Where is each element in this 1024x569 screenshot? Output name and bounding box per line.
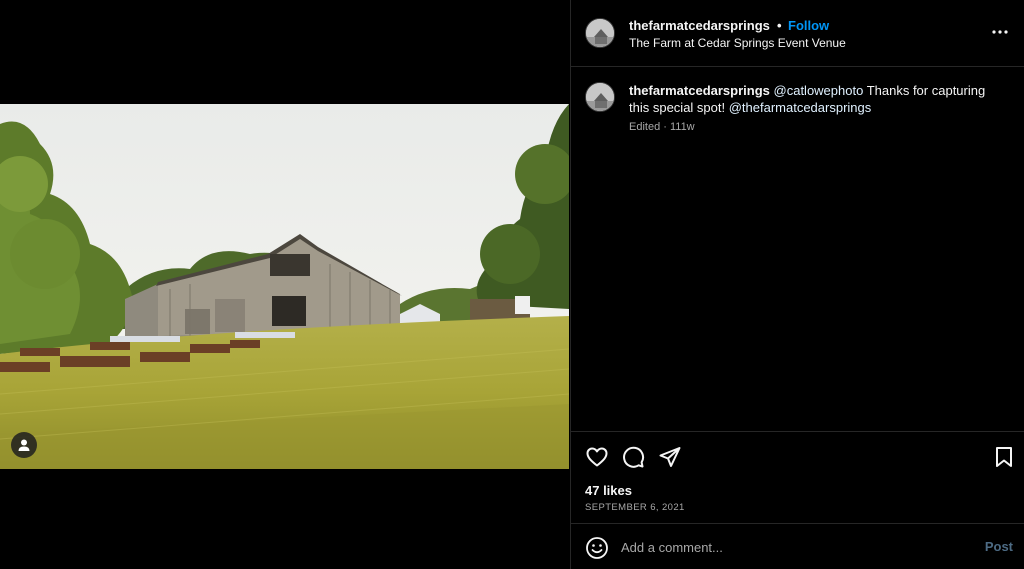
avatar[interactable]: [585, 82, 615, 112]
save-button[interactable]: [991, 444, 1017, 470]
user-tag-icon: [18, 439, 30, 451]
emoji-icon: [586, 537, 608, 559]
comment-button[interactable]: [620, 444, 646, 470]
follow-button[interactable]: Follow: [788, 18, 829, 33]
like-button[interactable]: [584, 444, 610, 470]
post-side-panel: thefarmatcedarsprings • Follow The Farm …: [570, 0, 1024, 569]
likes-count[interactable]: 47 likes: [585, 483, 632, 498]
caption-meta: Edited · 111w: [629, 121, 695, 133]
avatar[interactable]: [585, 18, 615, 48]
post-photo[interactable]: [0, 104, 569, 469]
post-media: [0, 0, 569, 569]
action-bar: 47 likes SEPTEMBER 6, 2021: [571, 431, 1024, 523]
post-caption: thefarmatcedarsprings @catlowephoto Than…: [571, 68, 1024, 430]
post-author-username[interactable]: thefarmatcedarsprings: [629, 18, 770, 33]
user-tag-button[interactable]: [11, 432, 37, 458]
post-comment-button[interactable]: Post: [985, 539, 1013, 554]
post-header: thefarmatcedarsprings • Follow The Farm …: [571, 0, 1024, 67]
mention-link[interactable]: @catlowephoto: [774, 83, 864, 98]
caption-text: thefarmatcedarsprings @catlowephoto Than…: [629, 82, 1009, 116]
more-options-icon: [992, 30, 1008, 34]
heart-icon: [586, 447, 608, 467]
send-icon: [659, 447, 681, 467]
post-location[interactable]: The Farm at Cedar Springs Event Venue: [629, 36, 846, 50]
more-options-button[interactable]: [990, 22, 1010, 42]
share-button[interactable]: [657, 444, 683, 470]
profile-picture: [586, 83, 614, 111]
emoji-button[interactable]: [585, 536, 609, 560]
comment-icon: [623, 446, 645, 468]
profile-picture: [586, 19, 614, 47]
separator-dot: •: [777, 18, 782, 33]
barn-photo-illustration: [0, 104, 569, 469]
caption-username[interactable]: thefarmatcedarsprings: [629, 83, 770, 98]
bookmark-icon: [996, 447, 1012, 467]
post-date: SEPTEMBER 6, 2021: [585, 502, 685, 513]
add-comment-row: Post: [571, 523, 1024, 569]
comment-input[interactable]: [621, 537, 961, 557]
mention-link[interactable]: @thefarmatcedarsprings: [729, 100, 872, 115]
